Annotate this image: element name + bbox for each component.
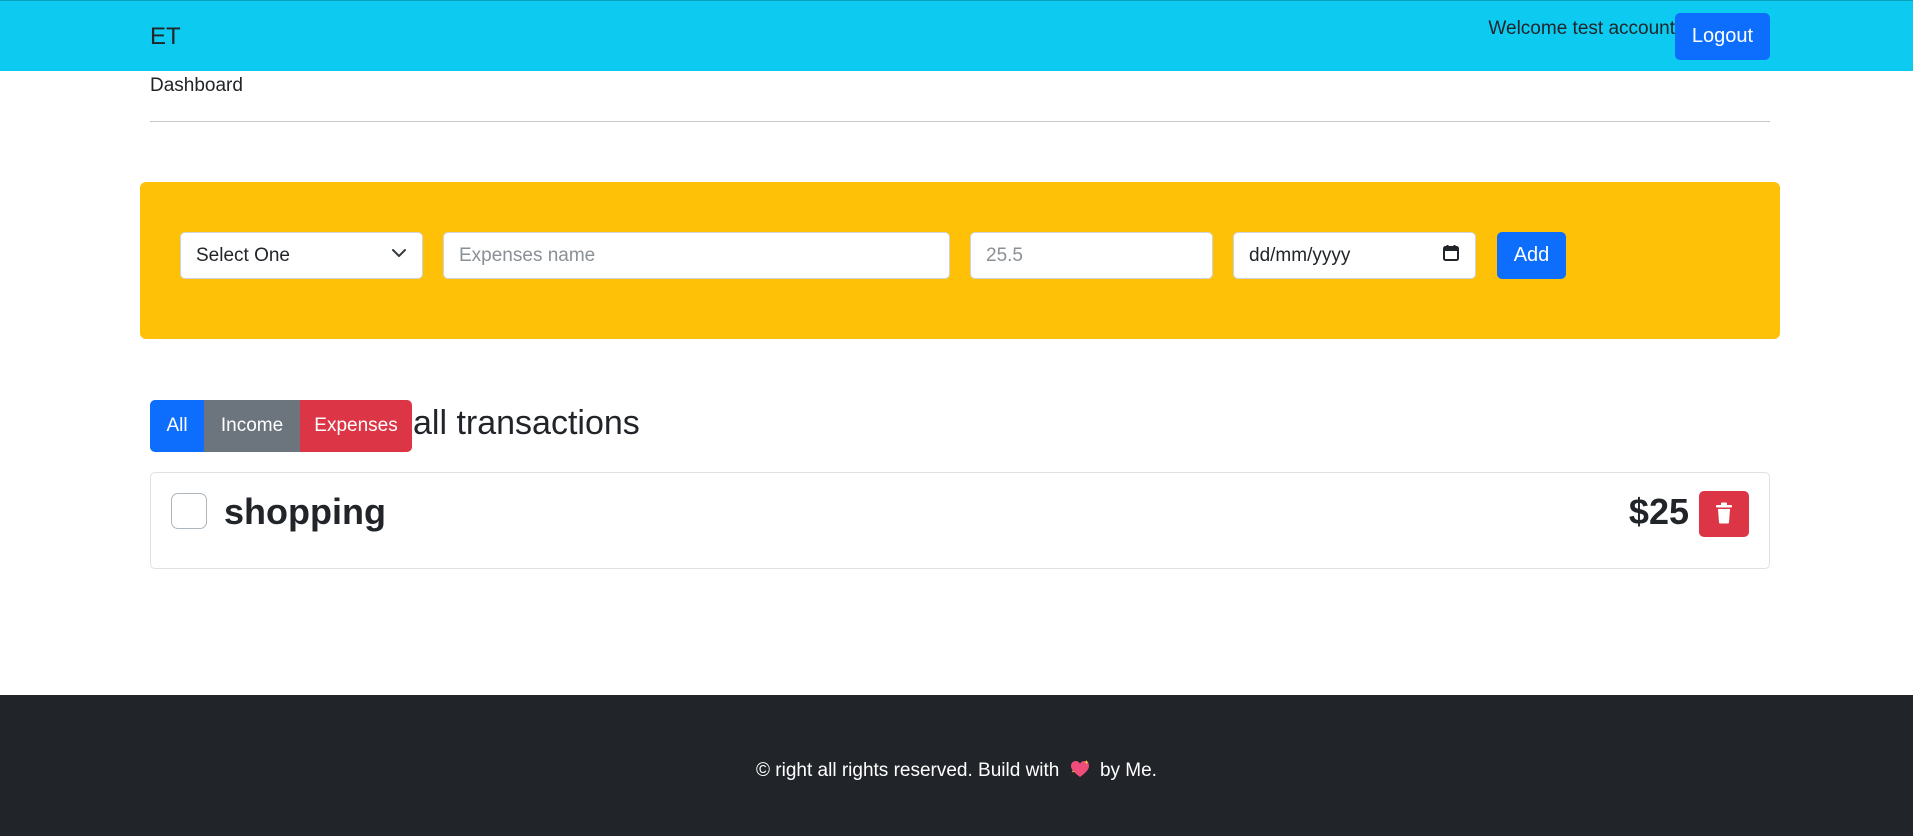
date-placeholder: dd/mm/yyyy — [1249, 244, 1351, 266]
welcome-text: Welcome test account — [1488, 18, 1675, 39]
type-select-value: Select One — [196, 244, 290, 266]
add-transaction-form: Select One Expenses name 25.5 dd/mm/yyyy… — [140, 182, 1780, 339]
divider — [150, 121, 1770, 122]
footer-text-end: by Me. — [1099, 760, 1157, 781]
filter-income-button[interactable]: Income — [204, 400, 300, 452]
filter-button-group: All Income Expenses — [150, 400, 412, 452]
navbar: ET Welcome test account Logout — [0, 0, 1913, 71]
sparkling-heart-icon — [1069, 759, 1091, 785]
expense-name-placeholder: Expenses name — [459, 244, 596, 266]
filter-all-button[interactable]: All — [150, 400, 204, 452]
chevron-down-icon — [391, 245, 407, 267]
transaction-amount: $25 — [1628, 491, 1689, 532]
add-button[interactable]: Add — [1497, 232, 1566, 279]
transaction-checkbox[interactable] — [171, 493, 207, 529]
footer: © right all rights reserved. Build with … — [0, 695, 1913, 836]
transaction-item: shopping $25 — [150, 472, 1770, 569]
date-input[interactable]: dd/mm/yyyy — [1233, 232, 1476, 279]
footer-text-start: © right all rights reserved. Build with — [756, 760, 1060, 781]
footer-text: © right all rights reserved. Build with … — [0, 759, 1913, 785]
dashboard-link[interactable]: Dashboard — [150, 75, 243, 97]
delete-transaction-button[interactable] — [1699, 491, 1749, 537]
amount-placeholder: 25.5 — [986, 244, 1023, 266]
trash-icon — [1714, 502, 1734, 527]
amount-input[interactable]: 25.5 — [970, 232, 1213, 279]
section-title: all transactions — [413, 404, 640, 442]
expense-name-input[interactable]: Expenses name — [443, 232, 950, 279]
filter-expenses-button[interactable]: Expenses — [300, 400, 412, 452]
type-select[interactable]: Select One — [180, 232, 423, 279]
logout-button[interactable]: Logout — [1675, 13, 1770, 60]
transaction-name: shopping — [224, 491, 386, 532]
brand-logo[interactable]: ET — [150, 23, 181, 51]
calendar-icon[interactable] — [1442, 244, 1460, 268]
